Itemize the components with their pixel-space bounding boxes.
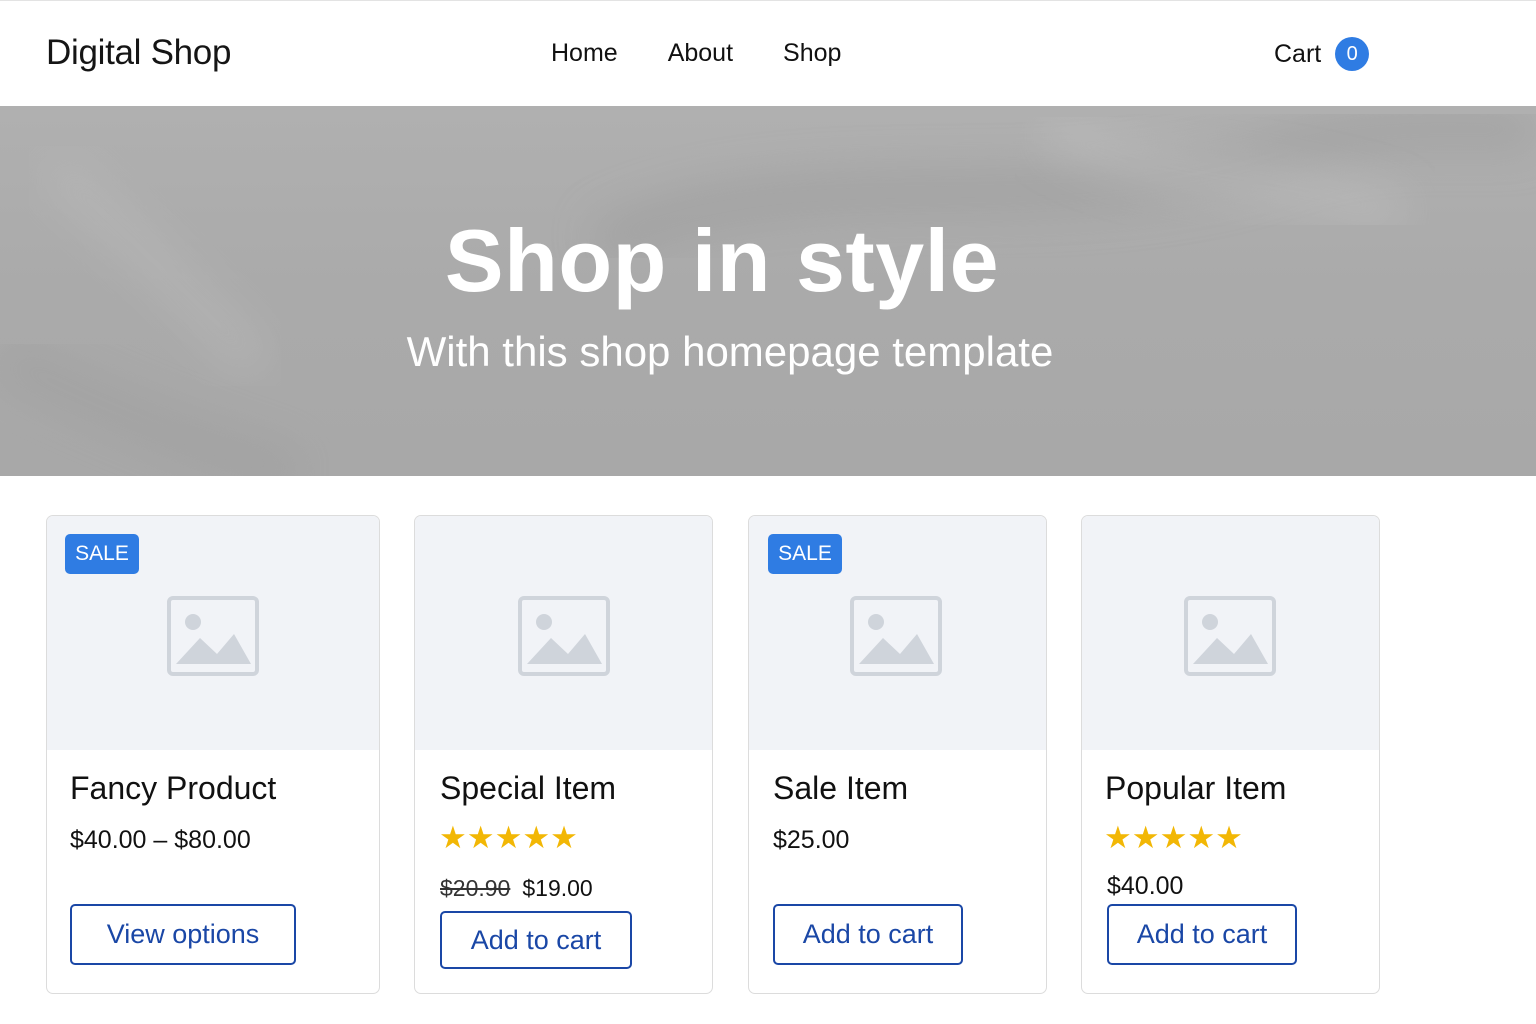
cart-count-badge: 0 xyxy=(1335,37,1370,71)
add-to-cart-button[interactable]: Add to cart xyxy=(1107,904,1297,965)
sale-price: $19.00 xyxy=(522,875,593,901)
brand-logo[interactable]: Digital Shop xyxy=(46,33,231,73)
product-title[interactable]: Sale Item xyxy=(773,770,908,807)
add-to-cart-button[interactable]: Add to cart xyxy=(773,904,963,965)
cart-button[interactable]: Cart 0 xyxy=(1274,37,1370,71)
product-card: SALE Fancy Product $40.00 – $80.00 View … xyxy=(46,515,380,994)
product-card: SALE Sale Item $25.00 Add to cart xyxy=(748,515,1047,994)
star-rating: ★★★★★ xyxy=(439,822,578,853)
product-title[interactable]: Special Item xyxy=(440,770,616,807)
product-price: $20.90 $19.00 xyxy=(440,874,593,903)
hero-title: Shop in style xyxy=(444,211,1000,310)
product-image[interactable]: SALE xyxy=(749,516,1046,750)
star-rating: ★★★★★ xyxy=(1104,822,1243,853)
product-price: $25.00 xyxy=(773,826,850,854)
sale-badge: SALE xyxy=(65,534,139,574)
image-placeholder-icon xyxy=(518,596,610,676)
nav-link-home[interactable]: Home xyxy=(551,39,618,68)
add-to-cart-button[interactable]: Add to cart xyxy=(440,911,632,969)
product-price: $40.00 xyxy=(1107,872,1184,900)
cart-label: Cart xyxy=(1274,39,1322,68)
product-image[interactable]: SALE xyxy=(47,516,379,750)
image-placeholder-icon xyxy=(167,596,259,676)
view-options-button[interactable]: View options xyxy=(70,904,296,965)
product-card: Popular Item ★★★★★ $40.00 Add to cart xyxy=(1081,515,1380,994)
star-rating-icons: ★★★★★ xyxy=(439,820,578,855)
image-placeholder-icon xyxy=(850,596,942,676)
product-image[interactable] xyxy=(1082,516,1379,750)
image-placeholder-icon xyxy=(1184,596,1276,676)
hero-banner: Shop in style With this shop homepage te… xyxy=(0,106,1536,476)
sale-badge: SALE xyxy=(768,534,842,574)
product-card: Special Item ★★★★★ $20.90 $19.00 Add to c… xyxy=(414,515,713,994)
product-title[interactable]: Popular Item xyxy=(1105,770,1286,807)
nav-links: Home About Shop xyxy=(551,39,841,68)
product-title[interactable]: Fancy Product xyxy=(70,770,276,807)
product-image[interactable] xyxy=(415,516,712,750)
old-price: $20.90 xyxy=(440,875,511,901)
nav-link-about[interactable]: About xyxy=(668,39,733,68)
nav-link-shop[interactable]: Shop xyxy=(783,39,841,68)
navbar: Digital Shop Home About Shop Cart 0 xyxy=(0,0,1536,106)
product-price: $40.00 – $80.00 xyxy=(70,826,251,854)
star-rating-icons: ★★★★★ xyxy=(1104,820,1243,855)
hero-subtitle: With this shop homepage template xyxy=(406,328,1054,375)
